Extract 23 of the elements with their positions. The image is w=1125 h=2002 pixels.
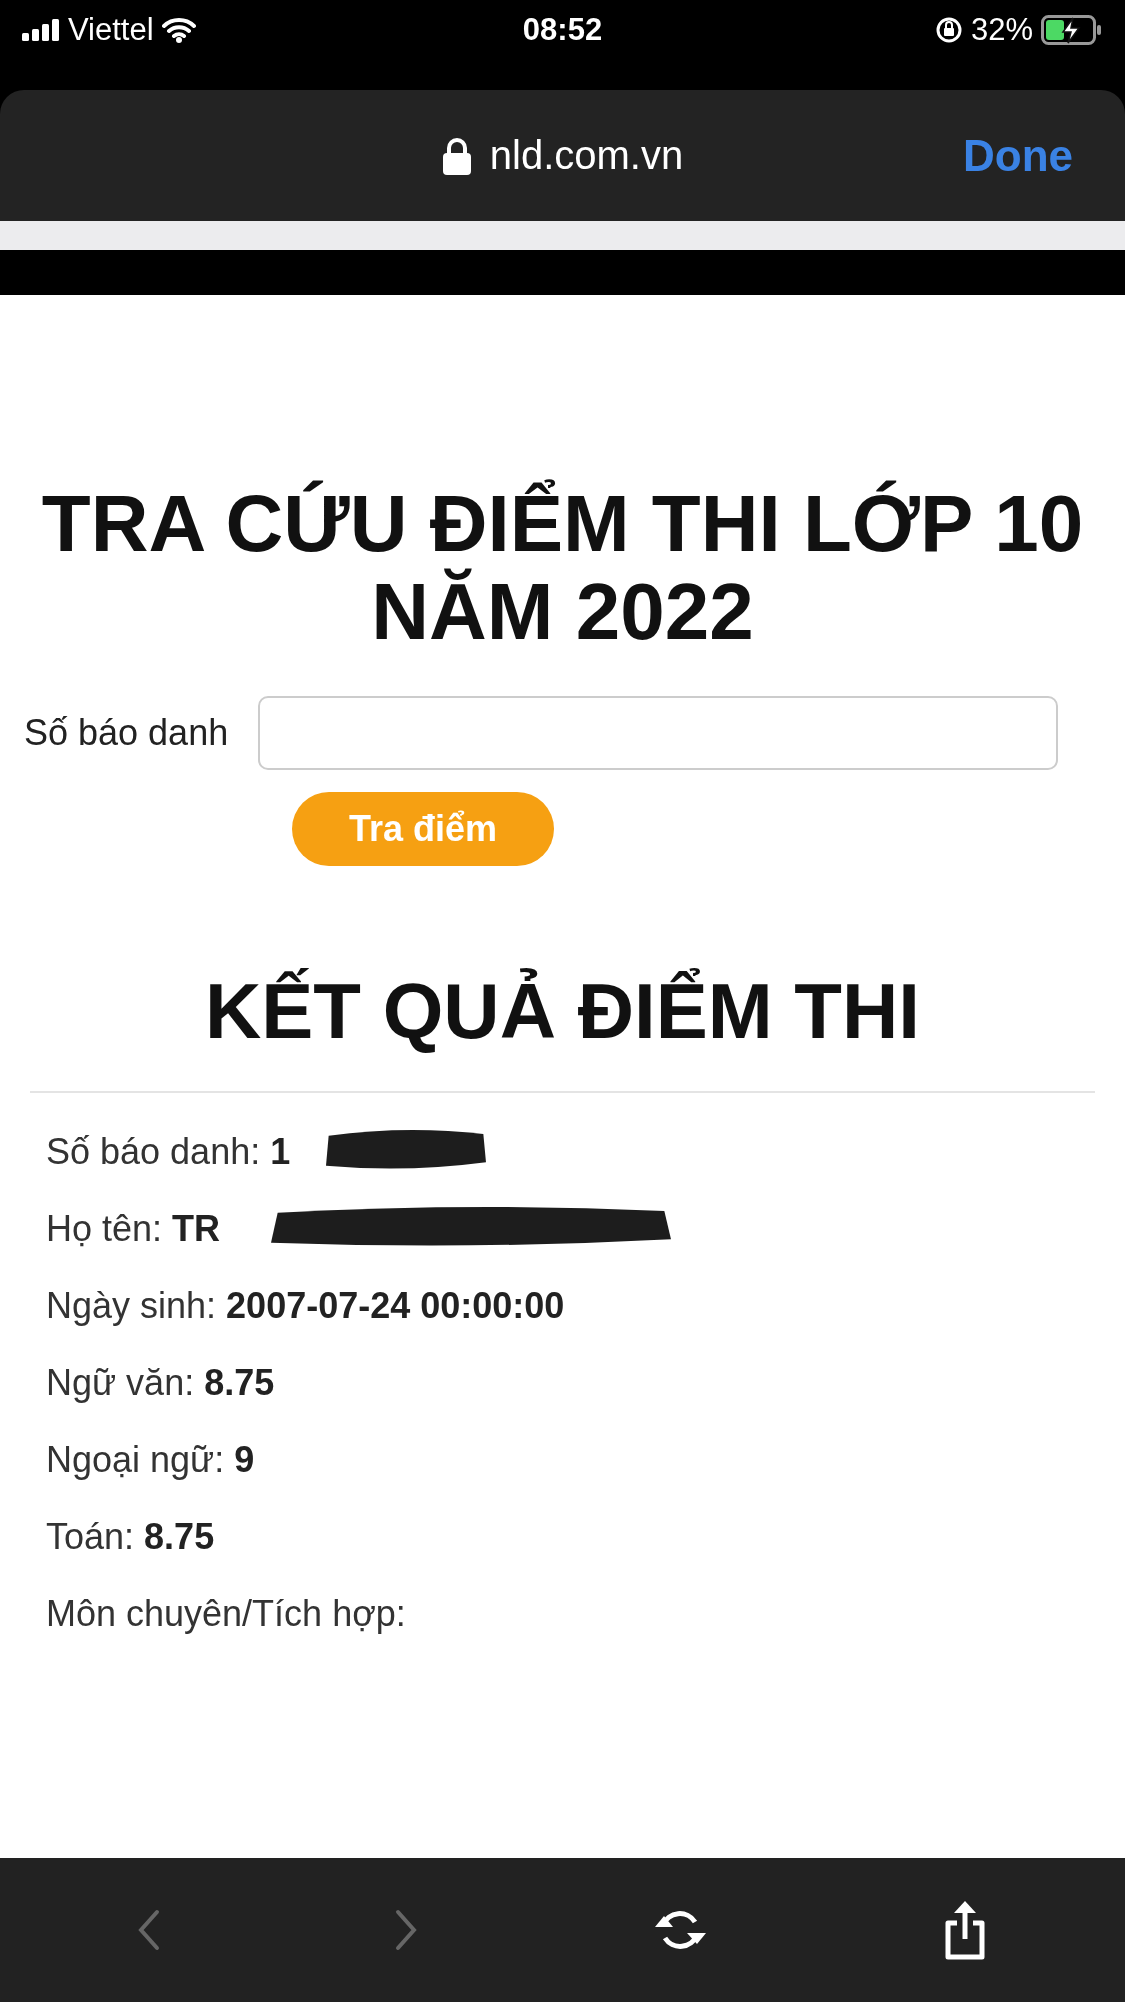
rotation-lock-icon	[934, 16, 963, 44]
battery-percent: 32%	[970, 12, 1033, 48]
result-text: Môn chuyên/Tích hợp:	[46, 1592, 406, 1635]
done-button[interactable]: Done	[963, 130, 1073, 181]
result-text: Toán: 8.75	[46, 1515, 215, 1558]
search-button[interactable]: Tra điểm	[292, 792, 554, 866]
input-field[interactable]	[258, 696, 1059, 770]
lock-icon	[441, 136, 472, 175]
url-text[interactable]: nld.com.vn	[489, 133, 684, 178]
result-heading: KẾT QUẢ ĐIỂM THI	[204, 966, 921, 1057]
wifi-icon	[161, 17, 196, 43]
clock-time: 08:52	[522, 12, 603, 48]
result-text: Số báo danh: 1	[46, 1130, 291, 1173]
result-text: Ngoại ngữ: 9	[46, 1438, 255, 1481]
result-text: Họ tên: TR	[46, 1207, 221, 1250]
signal-icon	[22, 19, 60, 41]
page-title: TRA CỨU ĐIỂM THI LỚP 10	[41, 480, 1084, 568]
result-text: Ngày sinh: 2007-07-24 00:00:00	[46, 1284, 565, 1327]
field-label: Số báo danh	[24, 712, 229, 754]
carrier-name: Viettel	[68, 12, 154, 48]
result-text: Ngữ văn: 8.75	[46, 1361, 275, 1404]
page-title: NĂM 2022	[371, 568, 754, 656]
battery-charging-icon	[1041, 15, 1103, 45]
